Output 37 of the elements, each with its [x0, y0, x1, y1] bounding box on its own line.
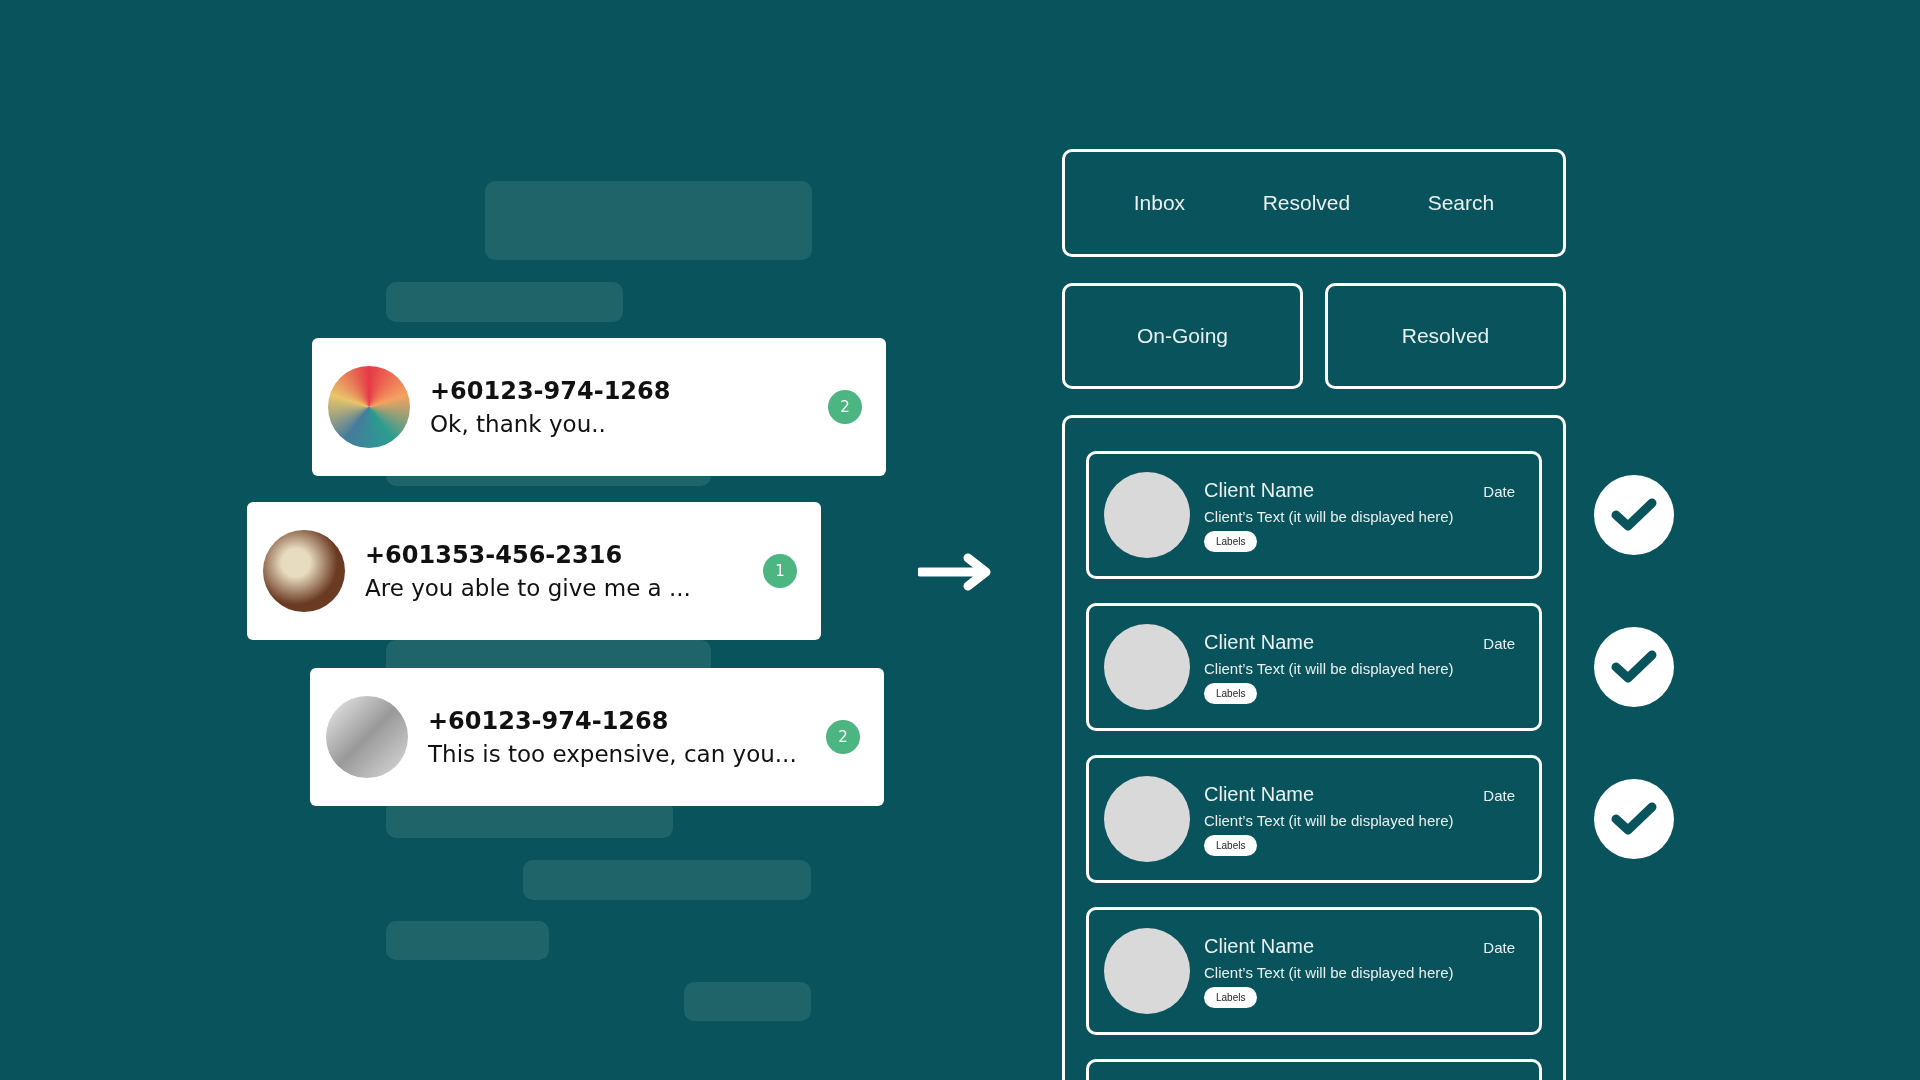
tab[interactable]: Resolved	[1262, 191, 1351, 215]
client-text: Client’s Text (it will be displayed here)	[1204, 963, 1455, 981]
label-tag: Labels	[1204, 530, 1258, 552]
unread-badge: 2	[828, 390, 862, 424]
date-text: Date	[1483, 482, 1515, 500]
client-name: Client Name	[1204, 934, 1315, 958]
message-preview: This is too expensive, can you...	[428, 741, 798, 767]
unread-badge: 2	[826, 720, 860, 754]
client-card[interactable]: Client Name Date Client’s Text (it will be displayed here) Labels	[1086, 603, 1542, 731]
client-text: Client’s Text (it will be displayed here)	[1204, 659, 1455, 677]
client-name: Client Name	[1204, 478, 1315, 502]
label-tag: Labels	[1204, 682, 1258, 704]
label-tag: Labels	[1204, 834, 1258, 856]
client-text: Client’s Text (it will be displayed here)	[1204, 507, 1455, 525]
chat-card[interactable]: +60123-974-1268 This is too expensive, can you... 2	[310, 668, 884, 806]
filter-button[interactable]: Resolved	[1325, 283, 1566, 389]
label-tag: Labels	[1204, 986, 1258, 1008]
filter-button[interactable]: On-Going	[1062, 283, 1303, 389]
phone-number: +601353-456-2316	[365, 541, 624, 569]
phone-number: +60123-974-1268	[428, 707, 670, 735]
client-name: Client Name	[1204, 782, 1315, 806]
tab[interactable]: Inbox	[1133, 191, 1186, 215]
client-card[interactable]: Client Name Date Client’s Text (it will be displayed here) Labels	[1086, 451, 1542, 579]
date-text: Date	[1483, 786, 1515, 804]
date-text: Date	[1483, 634, 1515, 652]
phone-number: +60123-974-1268	[430, 377, 672, 405]
unread-badge: 1	[763, 554, 797, 588]
chat-card[interactable]: +60123-974-1268 Ok, thank you.. 2	[312, 338, 886, 476]
message-preview: Are you able to give me a ...	[365, 575, 692, 601]
tab[interactable]: Search	[1427, 191, 1495, 215]
date-text: Date	[1483, 938, 1515, 956]
message-preview: Ok, thank you..	[430, 411, 607, 437]
client-card[interactable]: Client Name Date Client’s Text (it will be displayed here) Labels	[1086, 755, 1542, 883]
client-card[interactable]: Client Name Date Client’s Text (it will be displayed here) Labels	[1086, 907, 1542, 1035]
client-name: Client Name	[1204, 630, 1315, 654]
client-text: Client’s Text (it will be displayed here)	[1204, 811, 1455, 829]
chat-card[interactable]: +601353-456-2316 Are you able to give me a ... 1	[247, 502, 821, 640]
